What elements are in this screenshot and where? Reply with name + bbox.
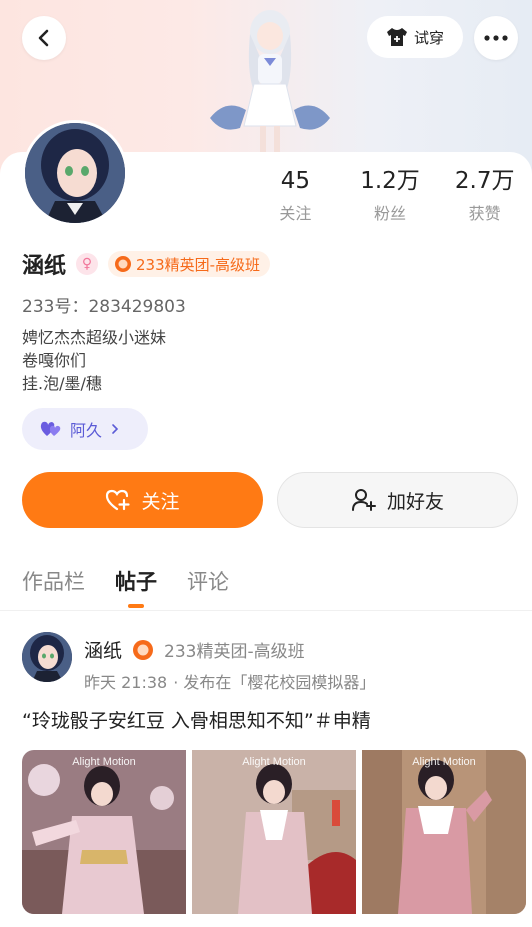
level-badge[interactable]: 233精英团-高级班: [108, 251, 271, 277]
bio: 娉忆杰杰超级小迷妹 卷嘎你们 挂.泡/墨/穗: [22, 326, 166, 395]
watermark: Alight Motion: [242, 756, 306, 768]
more-dots-icon: [484, 35, 508, 41]
add-friend-button[interactable]: 加好友: [277, 472, 518, 528]
user-id: 233号：283429803: [22, 297, 186, 317]
post-time: 昨天 21:38: [84, 673, 168, 692]
avatar-image: [22, 632, 72, 682]
profile-tabs: 作品栏 帖子 评论: [22, 566, 229, 608]
heart-plus-icon: [106, 489, 131, 511]
stat-label: 粉丝: [374, 204, 407, 223]
chevron-right-icon: [112, 424, 119, 434]
gender-female-icon: ♀: [76, 253, 99, 275]
post-title[interactable]: “玲珑骰子安红豆 入骨相思知不知”＃申精: [22, 706, 371, 733]
double-heart-icon: [40, 421, 61, 436]
tab-label: 帖子: [115, 570, 157, 594]
stat-followers[interactable]: 1.2万 粉丝: [343, 166, 438, 224]
post-source[interactable]: · 发布在「樱花校园模拟器」: [173, 669, 375, 693]
stat-following[interactable]: 45 关注: [248, 166, 343, 224]
add-friend-label: 加好友: [386, 490, 444, 513]
avatar-image: [25, 123, 125, 223]
active-tab-indicator: [128, 604, 144, 608]
post-thumbnails: Alight Motion Alight Motion Alight Motio…: [22, 750, 526, 914]
post-author-avatar[interactable]: [22, 632, 72, 682]
thumbnail-image: [362, 750, 526, 914]
bio-line: 娉忆杰杰超级小迷妹: [22, 328, 167, 347]
thumbnail-image: [192, 750, 356, 914]
profile-stats: 45 关注 1.2万 粉丝 2.7万 获赞: [248, 166, 532, 224]
watermark: Alight Motion: [412, 756, 476, 768]
level-medal-icon: [115, 256, 132, 272]
try-on-button[interactable]: 试穿: [367, 16, 463, 58]
follow-label: 关注: [141, 490, 180, 513]
post-thumbnail[interactable]: Alight Motion: [22, 750, 186, 914]
bio-line: 卷嘎你们: [22, 351, 87, 370]
tab-posts[interactable]: 帖子: [115, 566, 157, 608]
relationship-chip-label: 阿久: [70, 421, 103, 440]
relationship-chip[interactable]: 阿久: [22, 408, 148, 450]
stat-value: 2.7万: [454, 168, 515, 194]
more-button[interactable]: [474, 16, 518, 60]
try-on-label: 试穿: [413, 28, 444, 47]
tab-label: 作品栏: [22, 570, 85, 594]
stat-likes[interactable]: 2.7万 获赞: [437, 166, 532, 224]
tab-comments[interactable]: 评论: [187, 566, 229, 596]
post-author-name[interactable]: 涵纸: [84, 636, 122, 663]
level-badge-label: 233精英团-高级班: [136, 255, 261, 274]
nickname: 涵纸: [22, 254, 67, 279]
stat-value: 1.2万: [360, 168, 420, 194]
divider: [0, 610, 532, 611]
follow-button[interactable]: 关注: [22, 472, 263, 528]
avatar-3d-figure[interactable]: [206, 6, 334, 156]
add-person-icon: [351, 489, 376, 511]
name-row: 涵纸 ♀ 233精英团-高级班: [22, 248, 271, 280]
avatar[interactable]: [22, 120, 128, 226]
thumbnail-image: [22, 750, 186, 914]
post-thumbnail[interactable]: Alight Motion: [362, 750, 526, 914]
shirt-icon: [386, 28, 407, 46]
post-author-row: 涵纸 233精英团-高级班: [84, 636, 305, 663]
back-button[interactable]: [22, 16, 66, 60]
stat-label: 获赞: [468, 204, 501, 223]
stat-value: 45: [280, 168, 310, 194]
stat-label: 关注: [279, 204, 312, 223]
post-author-level: 233精英团-高级班: [164, 642, 305, 662]
tab-label: 评论: [187, 570, 229, 594]
level-medal-icon: [133, 639, 154, 660]
post-thumbnail[interactable]: Alight Motion: [192, 750, 356, 914]
bio-line: 挂.泡/墨/穗: [22, 374, 102, 393]
watermark: Alight Motion: [72, 756, 136, 768]
post-meta: 昨天 21:38 · 发布在「樱花校园模拟器」: [84, 669, 375, 693]
tab-works[interactable]: 作品栏: [22, 566, 85, 596]
chevron-left-icon: [38, 29, 49, 47]
